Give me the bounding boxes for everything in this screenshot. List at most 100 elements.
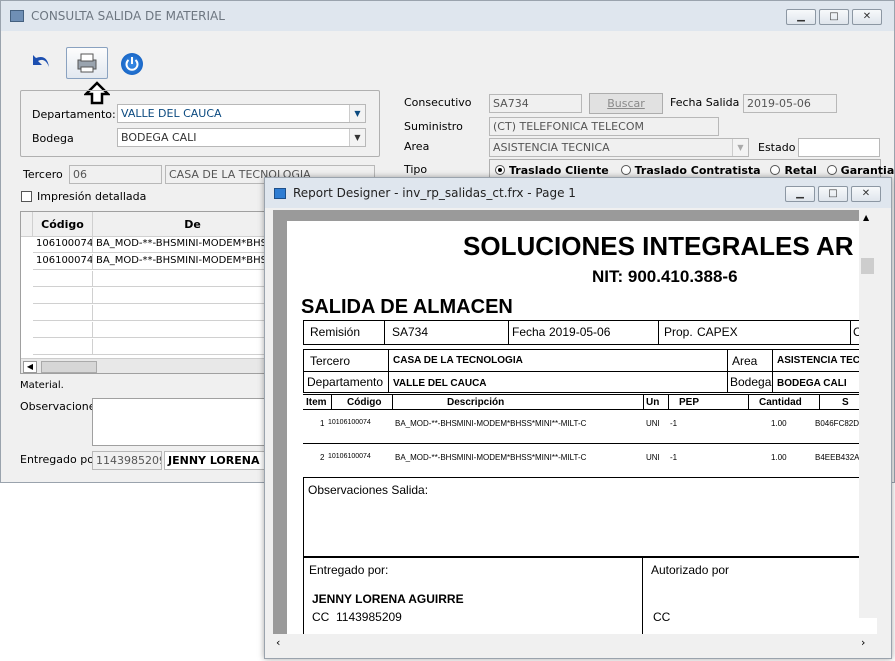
estado-field[interactable] [798,138,880,157]
impresion-detallada-checkbox[interactable] [21,191,32,202]
entregado-code-field[interactable]: 1143985209 [92,451,162,470]
main-window-title: CONSULTA SALIDA DE MATERIAL [31,9,225,23]
observaciones-textarea[interactable] [92,398,272,446]
buscar-button[interactable]: Buscar [589,93,663,114]
divider [331,394,332,409]
divider [727,349,728,393]
report-maximize-button[interactable]: □ [818,186,848,202]
radio-icon[interactable] [826,165,837,175]
grid-empty-row [33,339,93,355]
suministro-field[interactable]: (CT) TELEFONICA TELECOM [489,117,719,136]
grid-empty-row [93,271,281,287]
divider [643,394,644,409]
divider [388,349,389,393]
document-title: SALIDA DE ALMACEN [301,296,513,318]
grid-cell-descripcion[interactable]: BA_MOD-**-BHSMINI-MODEM*BHSS [93,254,281,270]
chevron-down-icon[interactable]: ▼ [349,105,365,122]
report-horizontal-scrollbar[interactable]: ‹ › [273,634,877,652]
divider [819,394,820,409]
grid-empty-row [33,322,93,338]
printer-icon [77,53,97,73]
print-button[interactable] [66,47,108,79]
entregado-name-field[interactable]: JENNY LORENA [164,451,274,470]
fecha-salida-label: Fecha Salida [670,96,740,109]
area-label: Area [732,354,758,368]
maximize-button[interactable]: □ [819,9,849,25]
radio-retal[interactable]: Retal [770,164,817,177]
radio-selected-icon[interactable] [495,165,505,175]
bodega-combo[interactable]: BODEGA CALI ▼ [117,128,366,147]
fecha-label: Fecha [512,325,546,339]
scroll-left-icon[interactable]: ◀ [23,361,37,373]
grid-header-codigo[interactable]: Código [33,212,93,237]
tercero-code-value: 06 [73,168,87,181]
suministro-label: Suministro [404,120,463,133]
radio-icon[interactable] [770,165,781,175]
entregado-code-value: 1143985209 [96,454,162,467]
report-minimize-button[interactable]: ▁ [785,186,815,202]
consecutivo-field[interactable]: SA734 [489,94,582,113]
col-header-cantidad: Cantidad [759,397,802,408]
departamento-value: VALLE DEL CAUCA [121,107,222,120]
grid-horizontal-scrollbar[interactable]: ◀ [21,358,281,373]
scroll-left-icon[interactable]: ‹ [276,636,280,649]
chevron-down-icon[interactable]: ▼ [732,139,748,156]
tercero-code-field[interactable]: 06 [69,165,162,184]
material-grid[interactable]: Código De 106100074 BA_MOD-**-BHSMINI-MO… [20,211,282,374]
radio-traslado-contratista[interactable]: Traslado Contratista [620,164,761,177]
grid-header-codigo[interactable] [21,212,33,237]
item-un: UNI [646,419,660,428]
minimize-button[interactable]: ▁ [786,9,816,25]
radio-icon[interactable] [620,165,631,175]
departamento-label: Departamento: [32,108,116,121]
divider [384,320,385,345]
report-close-button[interactable]: ✕ [851,186,881,202]
back-button[interactable] [27,49,55,77]
consecutivo-value: SA734 [493,97,529,110]
divider [303,371,877,372]
estado-label: Estado [758,141,796,154]
report-titlebar[interactable]: Report Designer - inv_rp_salidas_ct.frx … [265,178,891,208]
radio-garantia[interactable]: Garantia [826,164,895,177]
bodega-value: BODEGA CALI [121,131,197,144]
power-button[interactable] [121,53,143,75]
grid-cell-codigo[interactable]: 106100074 [33,254,93,270]
report-window-title: Report Designer - inv_rp_salidas_ct.frx … [293,186,576,200]
radio-label: Traslado Cliente [509,164,609,177]
main-titlebar[interactable]: CONSULTA SALIDA DE MATERIAL ▁ □ ✕ [1,1,894,31]
divider [303,394,877,395]
radio-label: Traslado Contratista [634,164,761,177]
grid-header-descripcion[interactable]: De [93,212,281,237]
tipo-label: Tipo [404,163,428,176]
report-vertical-scrollbar[interactable]: ▲ [859,210,877,618]
report-viewport[interactable]: SOLUCIONES INTEGRALES AR NIT: 900.410.38… [273,210,877,634]
area-label: Area [404,140,430,153]
col-header-pep: PEP [679,397,700,408]
chevron-down-icon[interactable]: ▼ [349,129,365,146]
scroll-thumb[interactable] [861,258,874,274]
fecha-salida-field[interactable]: 2019-05-06 [743,94,837,113]
scroll-up-icon[interactable]: ▲ [863,213,869,222]
cc-label: CC [312,610,330,624]
report-app-icon [274,188,286,199]
grid-cell-descripcion[interactable]: BA_MOD-**-BHSMINI-MODEM*BHSS [93,237,281,253]
bodega-value: BODEGA CALI [777,378,847,389]
grid-cell-codigo[interactable]: 106100074 [33,237,93,253]
close-button[interactable]: ✕ [852,9,882,25]
departamento-combo[interactable]: VALLE DEL CAUCA ▼ [117,104,366,123]
radio-label: Garantia [840,164,895,177]
area-combo[interactable]: ASISTENCIA TECNICA ▼ [489,138,749,157]
scroll-right-icon[interactable]: › [861,636,865,649]
company-nit: NIT: 900.410.388-6 [592,267,738,286]
depto-value: VALLE DEL CAUCA [393,378,487,389]
cc-value: 1143985209 [336,610,402,624]
divider [658,320,659,345]
divider [850,320,851,345]
scroll-thumb[interactable] [41,361,97,373]
remision-value: SA734 [392,325,429,339]
autorizado-por-label: Autorizado por [651,563,730,577]
impresion-detallada-label[interactable]: Impresión detallada [37,190,146,203]
radio-traslado-cliente[interactable]: Traslado Cliente [495,164,609,177]
item-codigo: 10106100074 [328,419,371,426]
report-page: SOLUCIONES INTEGRALES AR NIT: 900.410.38… [287,221,877,634]
